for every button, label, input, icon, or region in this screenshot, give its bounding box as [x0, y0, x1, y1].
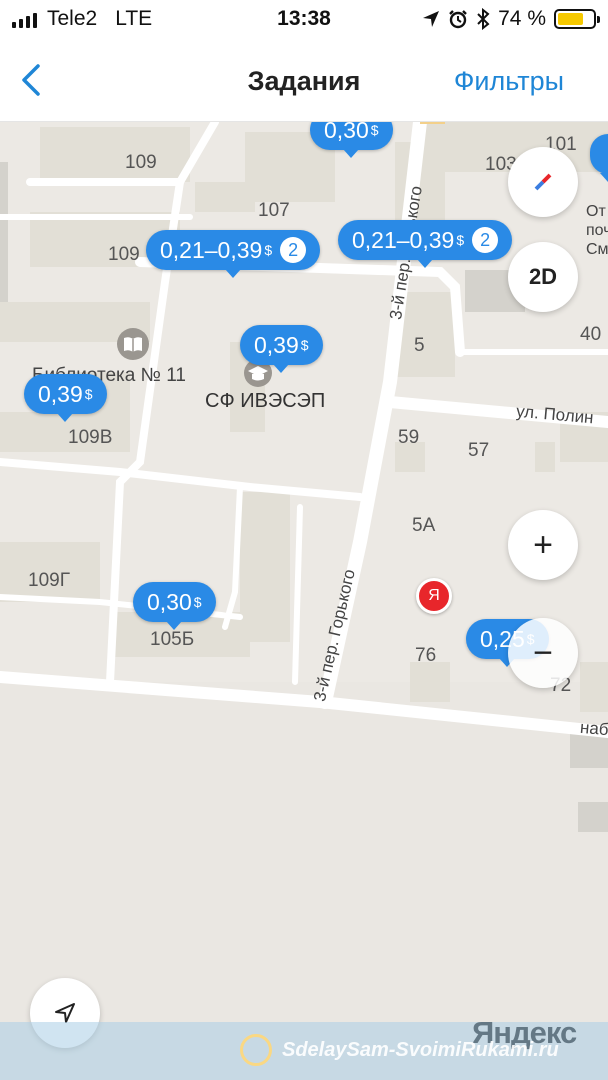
location-arrow-icon	[423, 11, 440, 27]
task-pin[interactable]: 0,30 $	[133, 582, 216, 630]
building-number: 59	[398, 427, 420, 448]
street-label: наб	[579, 717, 608, 740]
status-bar: Tele2 LTE 13:38 74 %	[0, 0, 608, 42]
zoom-in-button[interactable]: +	[508, 510, 578, 580]
task-pin[interactable]: 0,39 $	[240, 325, 323, 373]
building-number: 109	[125, 152, 157, 173]
building-number: 5А	[412, 515, 436, 536]
building-number: 109	[108, 244, 140, 265]
building-number: 109Г	[28, 570, 70, 591]
building-number: 5	[414, 335, 425, 356]
building-number: 40	[580, 324, 602, 345]
alarm-icon	[449, 10, 467, 29]
cluster-count: 2	[280, 237, 307, 263]
institute-label: СФ ИВЭСЭП	[205, 390, 326, 412]
building-number: 105Б	[150, 629, 195, 650]
user-location-marker: Я	[416, 578, 452, 614]
building-number: 76	[415, 645, 437, 666]
task-pin[interactable]: 0,30 $	[310, 122, 393, 158]
battery-icon	[554, 9, 600, 29]
sun-icon	[240, 1034, 272, 1066]
nav-bar: Задания Фильтры	[0, 42, 608, 122]
map-view[interactable]: 109 107 103 101 109 5 40 ОтпочтоСмоле Би…	[0, 122, 608, 1080]
library-icon	[117, 328, 149, 360]
post-office-label: ОтпочтоСмоле	[586, 203, 608, 258]
task-cluster-pin[interactable]: 0,21–0,39 $2	[338, 220, 513, 268]
building-number: 107	[258, 200, 290, 221]
zoom-out-button[interactable]: −	[508, 618, 578, 688]
bluetooth-icon	[477, 8, 490, 30]
battery-percent: 74 %	[498, 7, 546, 30]
task-pin[interactable]: 0,39 $	[24, 374, 107, 422]
compass-button[interactable]	[508, 147, 578, 217]
task-cluster-pin[interactable]: 0,21–0,39 $2	[146, 230, 321, 278]
watermark-text: SdelaySam-SvoimiRukami.ru	[282, 1039, 559, 1061]
compass-icon	[534, 173, 552, 191]
building-number: 109В	[68, 427, 113, 448]
filters-button[interactable]: Фильтры	[454, 66, 564, 97]
building-number: 57	[468, 440, 490, 461]
cluster-count: 2	[472, 227, 499, 253]
watermark-strip: SdelaySam-SvoimiRukami.ru	[0, 1022, 608, 1080]
map-mode-button[interactable]: 2D	[508, 242, 578, 312]
